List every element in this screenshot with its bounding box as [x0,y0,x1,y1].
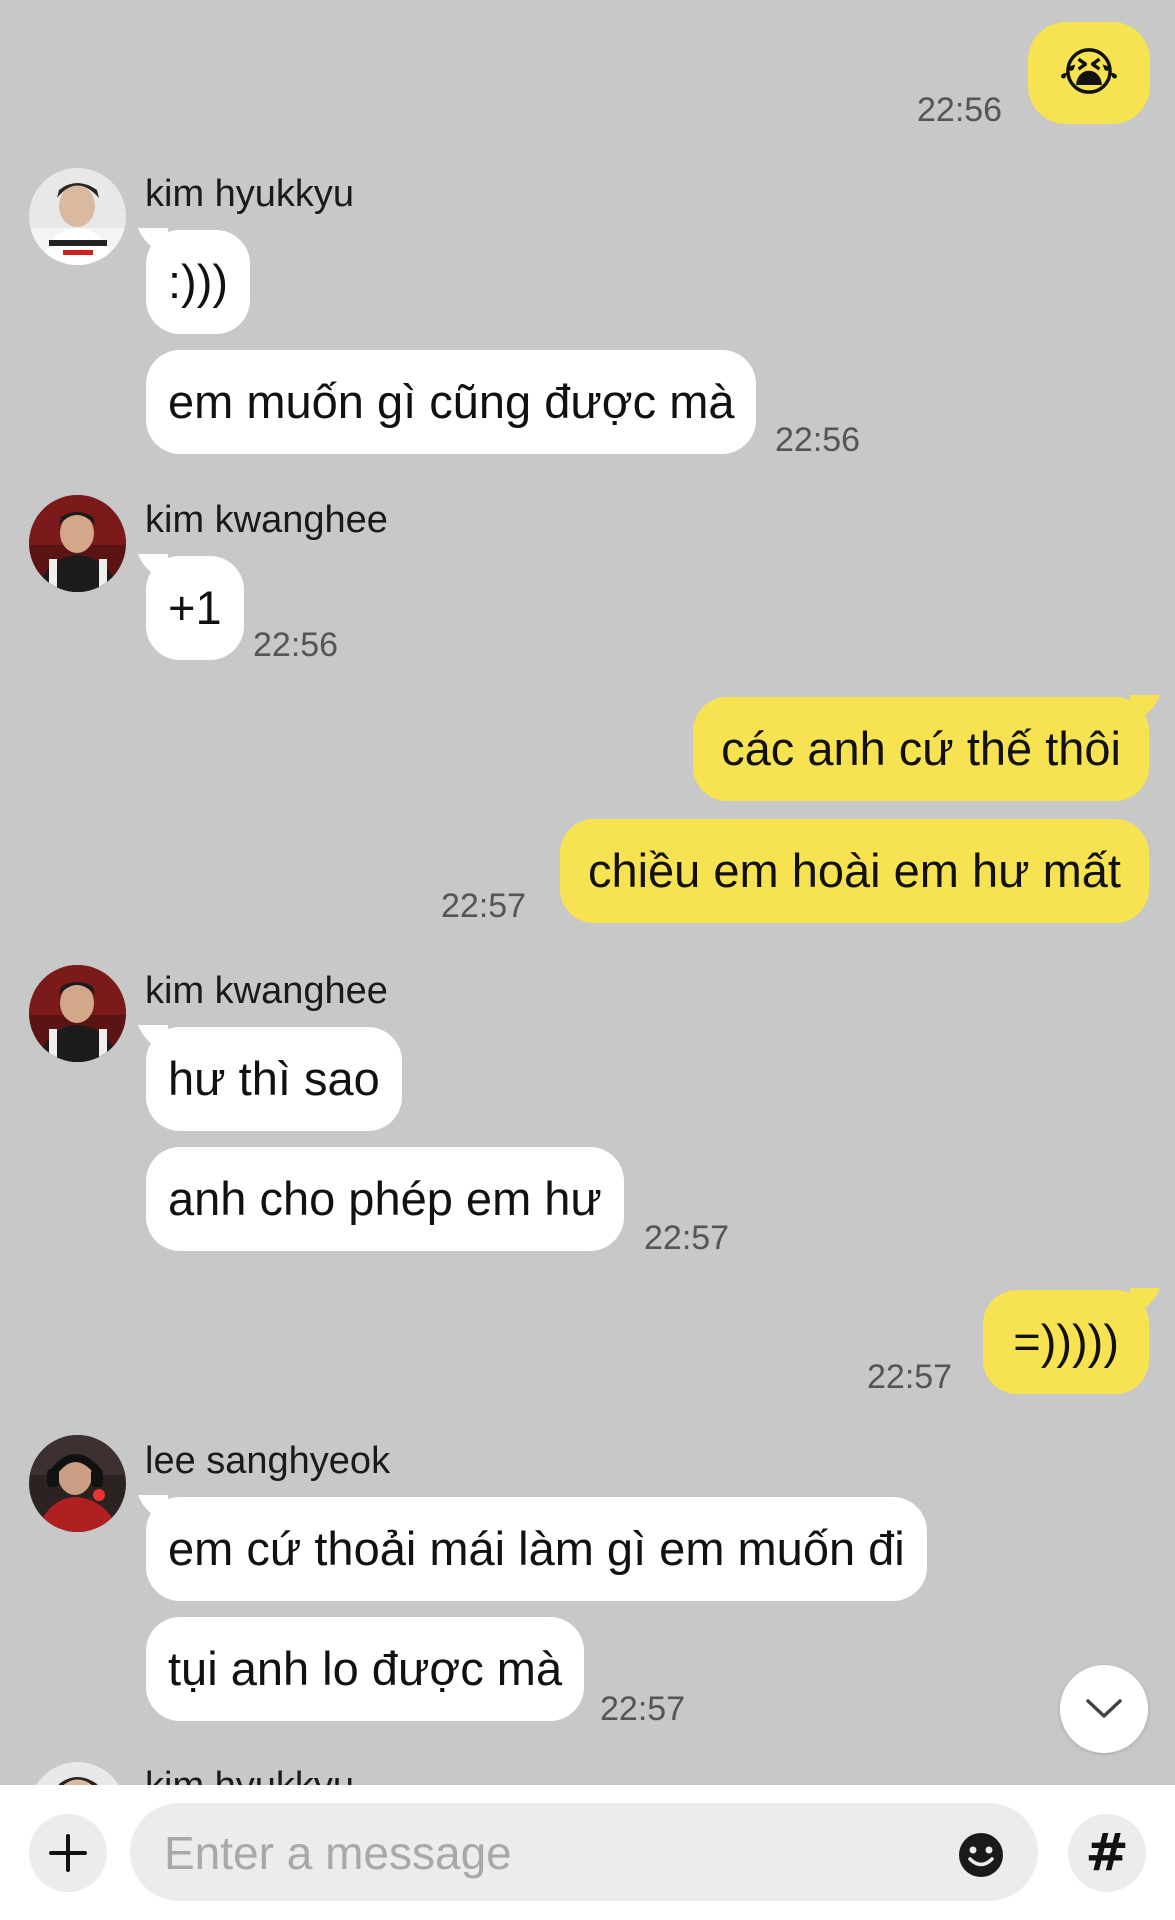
message-input-container [130,1803,1038,1903]
sender-name: kim kwanghee [145,499,388,541]
message-bubble[interactable]: anh cho phép em hư [146,1147,624,1251]
avatar[interactable] [29,168,126,265]
crying-emoji: 😭 [1058,44,1120,102]
sender-name: lee sanghyeok [145,1440,391,1482]
message-text: em muốn gì cũng được mà [168,375,735,428]
timestamp: 22:56 [253,626,339,664]
timestamp: 22:57 [867,1358,953,1396]
message-text: tụi anh lo được mà [168,1642,563,1695]
message-text: :))) [168,255,229,308]
smiley-icon[interactable] [956,1830,1006,1880]
message-text: em cứ thoải mái làm gì em muốn đi [168,1522,905,1575]
timestamp: 22:56 [917,91,1003,129]
message-bubble[interactable]: =))))) [983,1290,1149,1394]
outgoing-emoji-bubble[interactable]: 😭 [1028,22,1150,124]
hash-button[interactable]: # [1068,1814,1146,1892]
avatar-photo-icon [29,168,126,265]
message-bubble[interactable]: em muốn gì cũng được mà [146,350,757,454]
input-bar: # [0,1785,1175,1920]
message-bubble[interactable]: hư thì sao [146,1027,402,1131]
hash-icon: # [1085,1823,1129,1883]
message-bubble[interactable]: tụi anh lo được mà [146,1617,585,1721]
message-text: =))))) [1013,1315,1119,1368]
chevron-down-icon [1086,1699,1122,1718]
avatar[interactable] [29,1435,126,1532]
sender-name: kim hyukkyu [145,173,355,215]
message-text: anh cho phép em hư [168,1172,602,1225]
message-bubble[interactable]: em cứ thoải mái làm gì em muốn đi [146,1497,927,1601]
timestamp: 22:56 [775,421,861,459]
plus-icon [49,1834,87,1872]
message-text: chiều em hoài em hư mất [587,844,1121,897]
message-text: +1 [168,581,222,634]
message-bubble[interactable]: các anh cứ thế thôi [693,697,1149,801]
avatar-photo-icon [29,965,126,1062]
avatar-photo-icon [29,1435,126,1532]
sender-name: kim kwanghee [145,970,388,1012]
avatar-photo-icon [29,495,126,592]
message-bubble[interactable]: +1 [146,556,244,660]
timestamp: 22:57 [644,1219,730,1257]
avatar[interactable] [29,965,126,1062]
avatar[interactable] [29,495,126,592]
message-bubble[interactable]: :))) [146,230,251,334]
message-bubble[interactable]: chiều em hoài em hư mất [559,819,1149,923]
plus-button[interactable] [29,1814,107,1892]
scroll-to-bottom-button[interactable] [1060,1665,1148,1753]
timestamp: 22:57 [441,887,527,925]
message-input[interactable] [162,1803,926,1903]
message-text: hư thì sao [168,1052,380,1105]
timestamp: 22:57 [600,1690,686,1728]
message-text: các anh cứ thế thôi [721,722,1121,775]
